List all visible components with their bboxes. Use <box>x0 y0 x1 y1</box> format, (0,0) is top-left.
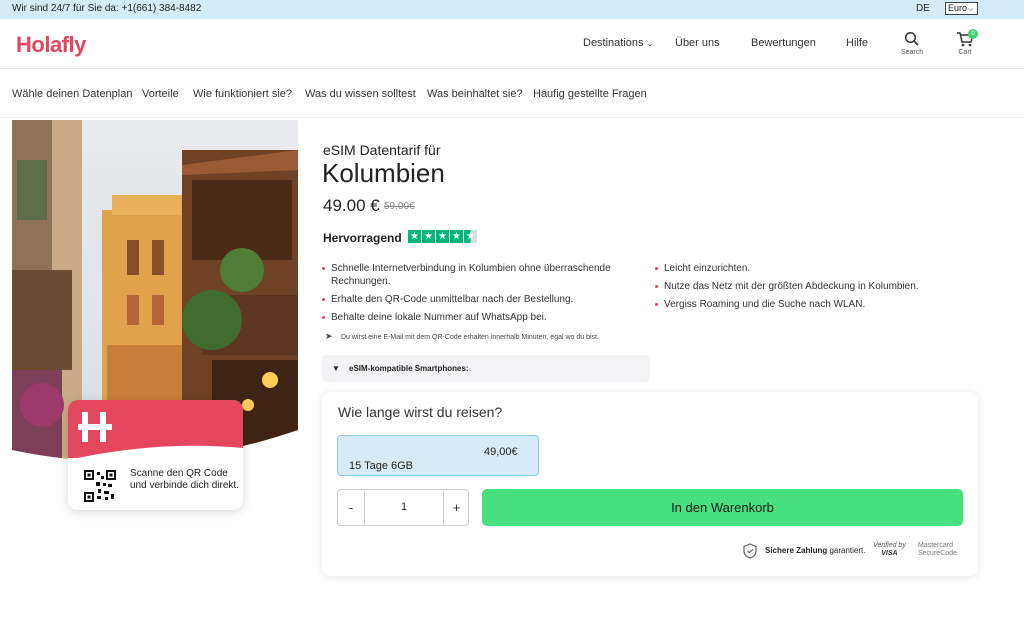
compatible-phones-toggle[interactable]: ▼ eSIM-kompatible Smartphones: <box>322 355 650 382</box>
star-icon: ★ <box>436 230 449 243</box>
secure-payment-rest: garantiert. <box>827 546 866 555</box>
rating-label: Hervorragend <box>323 231 402 245</box>
mastercard-securecode-logo: Mastercard SecureCode <box>918 542 957 558</box>
product-subtitle: eSIM Datentarif für <box>323 142 441 158</box>
qr-card-text: Scanne den QR Code und verbinde dich dir… <box>130 468 239 491</box>
nav-about[interactable]: Über uns <box>675 37 720 49</box>
card-wave-shape <box>68 445 243 460</box>
cart-count-badge: 0 <box>968 29 978 39</box>
secure-payment-text: Sichere Zahlung garantiert. <box>765 546 865 555</box>
caret-down-icon: ▼ <box>332 364 340 373</box>
section-nav: Wähle deinen Datenplan Vorteile Wie funk… <box>0 70 1024 118</box>
esim-qr-card: Scanne den QR Code und verbinde dich dir… <box>68 400 243 510</box>
add-to-cart-button[interactable]: In den Warenkorb <box>482 489 963 526</box>
top-info-bar: Wir sind 24/7 für Sie da: +1(661) 384-84… <box>0 0 1024 19</box>
quantity-stepper: - 1 + <box>337 489 469 526</box>
quantity-input[interactable]: 1 <box>365 490 443 525</box>
purchase-box: Wie lange wirst du reisen? 49,00€ 15 Tag… <box>322 392 978 576</box>
currency-value: Euro <box>948 3 968 13</box>
feature-item: Nutze das Netz mit der größten Abdeckung… <box>655 280 975 293</box>
secure-payment-badges: Sichere Zahlung garantiert. Verified by … <box>742 542 962 562</box>
bullet-icon <box>655 267 658 270</box>
cart-button[interactable]: Cart 0 <box>950 29 980 56</box>
support-contact: Wir sind 24/7 für Sie da: +1(661) 384-84… <box>12 3 202 14</box>
feature-text: Erhalte den QR-Code unmittelbar nach der… <box>331 294 574 305</box>
feature-text: Nutze das Netz mit der größten Abdeckung… <box>664 281 919 292</box>
delivery-note: ➤ Du wirst eine E-Mail mit dem QR-Code er… <box>325 331 599 342</box>
subnav-faq[interactable]: Häufig gestellte Fragen <box>533 88 647 100</box>
duration-question: Wie lange wirst du reisen? <box>338 404 503 420</box>
qr-code-icon <box>84 470 116 502</box>
chevron-down-icon: ⌄ <box>646 39 654 48</box>
compatible-phones-label: eSIM-kompatible Smartphones: <box>349 364 469 373</box>
verified-by-visa-logo: Verified by VISA <box>873 542 906 558</box>
subnav-whats-included[interactable]: Was beinhaltet sie? <box>427 88 523 100</box>
feature-item: Behalte deine lokale Nummer auf WhatsApp… <box>322 311 652 324</box>
star-icon: ★ <box>450 230 463 243</box>
plan-option-selected[interactable]: 49,00€ 15 Tage 6GB <box>337 435 539 476</box>
subnav-benefits[interactable]: Vorteile <box>142 88 179 100</box>
secure-payment-bold: Sichere Zahlung <box>765 546 828 555</box>
bullet-icon <box>322 298 325 301</box>
search-button[interactable]: Search <box>897 31 927 56</box>
original-price: 59.00€ <box>384 201 415 212</box>
trustpilot-stars[interactable]: ★ ★ ★ ★ ★ <box>408 230 477 244</box>
visa-line2: VISA <box>881 550 898 557</box>
subnav-what-to-know[interactable]: Was du wissen solltest <box>305 88 416 100</box>
feature-item: Schnelle Internetverbindung in Kolumbien… <box>322 262 652 288</box>
delivery-note-text: Du wirst eine E-Mail mit dem QR-Code erh… <box>341 334 599 341</box>
nav-destinations-label: Destinations <box>583 37 644 49</box>
product-title: Kolumbien <box>322 158 445 188</box>
bullet-icon <box>322 316 325 319</box>
nav-help[interactable]: Hilfe <box>846 37 868 49</box>
feature-text: Leicht einzurichten. <box>664 263 751 274</box>
feature-text: Schnelle Internetverbindung in Kolumbien… <box>331 263 611 287</box>
feature-text: Vergiss Roaming und die Suche nach WLAN. <box>664 299 866 310</box>
search-label: Search <box>900 49 924 56</box>
search-icon <box>904 31 919 46</box>
visa-line1: Verified by <box>873 542 906 549</box>
subnav-how-it-works[interactable]: Wie funktioniert sie? <box>193 88 292 100</box>
rocket-icon: ➤ <box>325 331 333 341</box>
bullet-icon <box>655 303 658 306</box>
star-icon: ★ <box>408 230 421 243</box>
star-icon: ★ <box>422 230 435 243</box>
quantity-decrease-button[interactable]: - <box>338 490 365 525</box>
currency-select[interactable]: Euro⌵ <box>945 2 978 15</box>
shield-icon <box>743 543 757 559</box>
product-price: 49.00 € <box>323 196 380 215</box>
nav-reviews[interactable]: Bewertungen <box>751 37 816 49</box>
feature-item: Vergiss Roaming und die Suche nach WLAN. <box>655 298 975 311</box>
nav-destinations[interactable]: Destinations ⌄ <box>583 37 653 49</box>
plan-price: 49,00€ <box>484 446 518 458</box>
mc-line1: Mastercard <box>918 542 954 549</box>
feature-item: Erhalte den QR-Code unmittelbar nach der… <box>322 293 652 306</box>
holafly-h-icon <box>78 412 112 442</box>
plan-name: 15 Tage 6GB <box>349 460 414 472</box>
mc-line2: SecureCode <box>918 550 957 557</box>
main-header: Holafly Destinations ⌄ Über uns Bewertun… <box>0 19 1024 69</box>
feature-text: Behalte deine lokale Nummer auf WhatsApp… <box>331 312 547 323</box>
subnav-choose-plan[interactable]: Wähle deinen Datenplan <box>12 88 132 100</box>
bullet-icon <box>322 267 325 270</box>
language-selector[interactable]: DE <box>916 3 930 14</box>
card-brand-header <box>68 400 243 460</box>
feature-item: Leicht einzurichten. <box>655 262 975 275</box>
cart-label: Cart <box>958 49 972 56</box>
bullet-icon <box>655 285 658 288</box>
quantity-increase-button[interactable]: + <box>443 490 469 525</box>
half-star-icon: ★ <box>464 230 477 243</box>
chevron-down-icon: ⌵ <box>968 6 974 13</box>
holafly-logo[interactable]: Holafly <box>16 32 86 58</box>
